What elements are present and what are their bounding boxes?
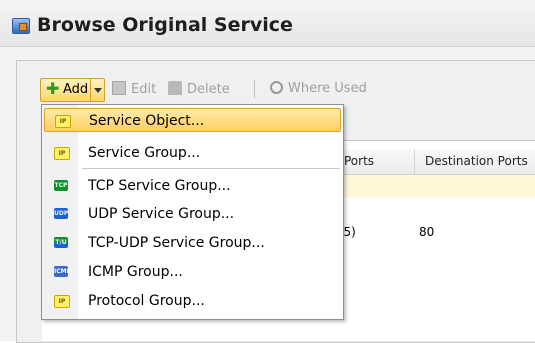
ip-icon: IP	[55, 115, 71, 128]
column-header-destination-ports[interactable]: Destination Ports	[415, 149, 535, 175]
where-used-button[interactable]: Where Used	[270, 81, 367, 96]
menu-item-tcp-udp-service-group[interactable]: T/U TCP-UDP Service Group...	[44, 231, 341, 255]
trash-icon	[168, 81, 182, 95]
toolbar: ✚ Add Edit Delete Where Used	[40, 78, 535, 102]
menu-item-label: TCP-UDP Service Group...	[88, 235, 265, 251]
column-header-ports[interactable]: Ports	[340, 149, 415, 175]
add-dropdown-menu: IP Service Object... IP Service Group...…	[41, 104, 344, 320]
toolbar-separator	[254, 80, 255, 98]
edit-button[interactable]: Edit	[112, 81, 156, 97]
title-bar: Browse Original Service	[0, 0, 535, 47]
menu-item-icmp-group[interactable]: ICMP ICMP Group...	[44, 260, 341, 284]
menu-item-service-object[interactable]: IP Service Object...	[44, 108, 341, 132]
add-button[interactable]: ✚ Add	[40, 78, 105, 102]
destination-ports-cell: 80	[419, 225, 435, 239]
menu-item-label: Protocol Group...	[88, 293, 205, 309]
delete-button[interactable]: Delete	[168, 81, 230, 97]
add-button-label: Add	[63, 82, 89, 97]
menu-item-tcp-service-group[interactable]: TCP TCP Service Group...	[44, 174, 341, 198]
ip-icon: IP	[54, 147, 70, 160]
plus-icon: ✚	[46, 79, 60, 98]
delete-button-label: Delete	[187, 82, 230, 97]
edit-button-label: Edit	[131, 82, 157, 97]
magnifier-icon	[270, 81, 283, 94]
edit-icon	[112, 81, 126, 95]
menu-item-label: ICMP Group...	[88, 264, 183, 280]
ip-icon: IP	[54, 295, 70, 308]
where-used-label: Where Used	[288, 81, 367, 96]
window-title: Browse Original Service	[37, 14, 293, 36]
menu-item-label: UDP Service Group...	[88, 206, 235, 222]
udp-icon: UDP	[54, 208, 69, 219]
menu-item-service-group[interactable]: IP Service Group...	[44, 141, 341, 165]
menu-item-label: Service Group...	[88, 145, 201, 161]
tcp-udp-icon: T/U	[54, 237, 68, 248]
menu-separator	[82, 168, 340, 169]
menu-item-udp-service-group[interactable]: UDP UDP Service Group...	[44, 202, 341, 226]
menu-item-label: TCP Service Group...	[88, 178, 231, 194]
icmp-icon: ICMP	[54, 266, 72, 277]
add-dropdown-arrow[interactable]	[90, 79, 104, 101]
app-icon	[12, 18, 30, 34]
browse-original-service-window: Browse Original Service ✚ Add Edit Delet…	[0, 0, 535, 343]
menu-item-label: Service Object...	[89, 113, 205, 129]
tcp-icon: TCP	[54, 180, 68, 191]
menu-item-protocol-group[interactable]: IP Protocol Group...	[44, 289, 341, 313]
